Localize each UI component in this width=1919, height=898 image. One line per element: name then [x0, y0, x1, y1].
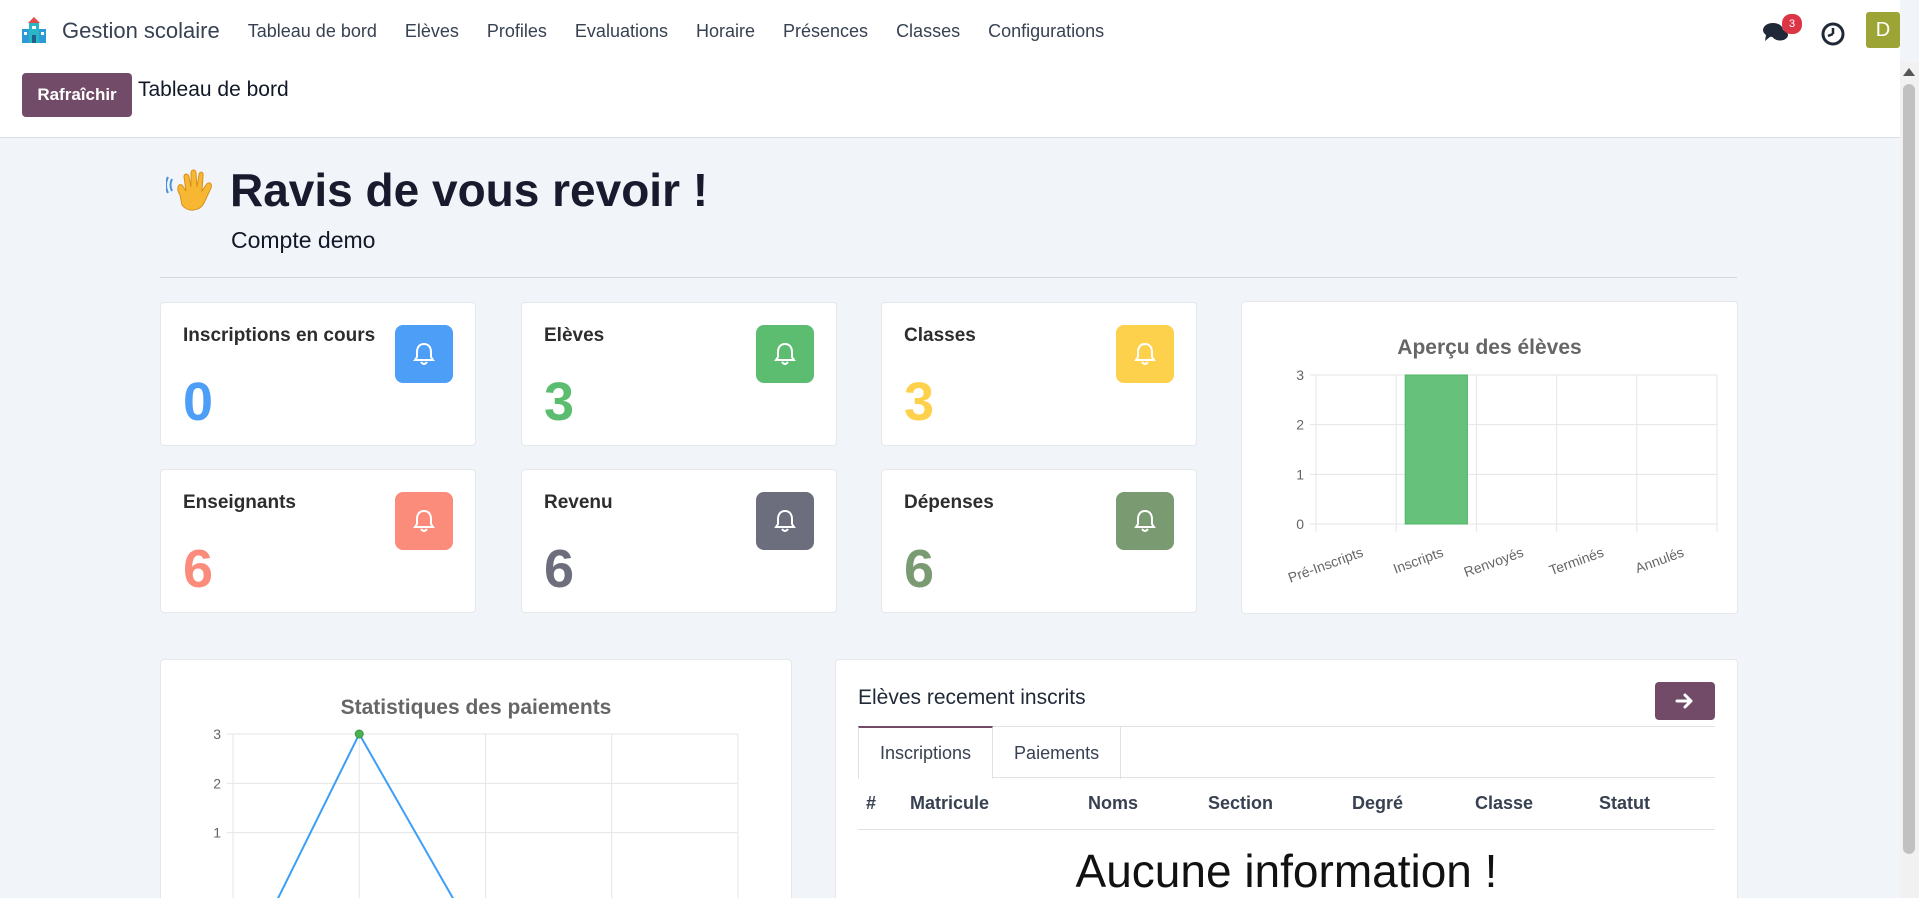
chat-count-badge: 3: [1782, 14, 1802, 34]
payments-line-chart: 1 2 3: [213, 726, 739, 898]
students-bar-chart: 0 1 2 3 Pré-Inscripts Inscripts Renvoyés Termin…: [1286, 367, 1718, 586]
nav-item-schedule[interactable]: Horaire: [696, 21, 755, 42]
systray: 3 D: [1762, 12, 1900, 48]
empty-state-message: Aucune information !: [1075, 845, 1498, 897]
x-tick-label: Inscripts: [1391, 544, 1445, 577]
stat-value: 6: [544, 539, 575, 599]
bell-icon: [395, 492, 453, 550]
stat-card-teachers[interactable]: Enseignants 6: [160, 469, 476, 613]
clock-icon: [1821, 22, 1845, 46]
brand[interactable]: Gestion scolaire: [20, 17, 220, 45]
nav-item-evaluations[interactable]: Evaluations: [575, 21, 668, 42]
column-header-names[interactable]: Noms: [1088, 793, 1138, 814]
page-scrollbar[interactable]: [1900, 62, 1919, 898]
scroll-up-arrow-icon[interactable]: [1903, 68, 1915, 76]
greeting-title: Ravis de vous revoir !: [230, 164, 709, 216]
stat-label: Enseignants: [183, 492, 296, 513]
tab-inscriptions[interactable]: Inscriptions: [858, 726, 994, 779]
x-tick-label: Pré-Inscripts: [1286, 544, 1365, 586]
column-header-status[interactable]: Statut: [1599, 793, 1650, 814]
messaging-menu[interactable]: 3: [1762, 14, 1802, 46]
nav-item-dashboard[interactable]: Tableau de bord: [248, 21, 377, 42]
x-tick-label: Renvoyés: [1462, 544, 1526, 580]
payments-stats-panel: Statistiques des paiements 123: [160, 659, 792, 898]
stat-card-enrollments[interactable]: Inscriptions en cours 0: [160, 302, 476, 446]
bell-icon: [1116, 492, 1174, 550]
x-tick-label: Terminés: [1547, 544, 1606, 578]
top-navbar: Gestion scolaire Tableau de bord Elèves …: [0, 0, 1900, 62]
tab-payments[interactable]: Paiements: [993, 727, 1122, 779]
nav-item-students[interactable]: Elèves: [405, 21, 459, 42]
stat-label: Revenu: [544, 492, 613, 513]
bar: [1404, 374, 1468, 525]
greeting-header: Ravis de vous revoir !: [166, 163, 708, 217]
activity-menu[interactable]: [1820, 16, 1848, 46]
y-tick-label: 2: [1296, 417, 1304, 433]
series-line: [277, 731, 454, 898]
stat-value: 6: [904, 539, 935, 599]
scroll-thumb[interactable]: [1903, 84, 1915, 854]
brand-name: Gestion scolaire: [62, 18, 220, 43]
recent-students-panel: Elèves recement inscrits Inscriptions Pa…: [835, 659, 1738, 898]
column-header-degree[interactable]: Degré: [1352, 793, 1403, 814]
students-overview-panel: Aperçu des élèves 0 1 2 3 Pré-Inscripts Inscr…: [1241, 301, 1738, 614]
column-header-number[interactable]: #: [866, 793, 876, 814]
account-name: Compte demo: [231, 227, 376, 253]
stat-label: Classes: [904, 325, 976, 346]
user-avatar[interactable]: D: [1866, 12, 1900, 48]
bell-icon: [395, 325, 453, 383]
refresh-button[interactable]: Rafraîchir: [22, 73, 132, 117]
stat-card-classes[interactable]: Classes 3: [881, 302, 1197, 446]
stat-value: 0: [183, 372, 214, 432]
nav-item-classes[interactable]: Classes: [896, 21, 960, 42]
data-point: [354, 729, 364, 739]
bell-icon: [756, 492, 814, 550]
stat-value: 3: [544, 372, 575, 432]
breadcrumb: Tableau de bord: [138, 78, 289, 101]
stat-value: 3: [904, 372, 935, 432]
stat-label: Inscriptions en cours: [183, 325, 376, 346]
waving-hand-icon: [166, 169, 212, 211]
y-tick-label: 1: [213, 825, 221, 841]
arrow-right-icon: [1675, 693, 1693, 709]
school-logo-icon: [22, 17, 46, 43]
bell-icon: [756, 325, 814, 383]
nav-item-configurations[interactable]: Configurations: [988, 21, 1104, 42]
column-header-matricule[interactable]: Matricule: [910, 793, 989, 814]
tab-bar: Inscriptions Paiements: [858, 726, 1715, 779]
stat-label: Elèves: [544, 325, 605, 346]
y-tick-label: 3: [1296, 367, 1304, 383]
column-header-section[interactable]: Section: [1208, 793, 1273, 814]
stat-card-expenses[interactable]: Dépenses 6: [881, 469, 1197, 613]
y-tick-label: 0: [1296, 516, 1304, 532]
stat-card-revenue[interactable]: Revenu 6: [521, 469, 837, 613]
stat-value: 6: [183, 539, 214, 599]
stat-label: Dépenses: [904, 492, 994, 513]
stat-card-students[interactable]: Elèves 3: [521, 302, 837, 446]
nav-item-attendance[interactable]: Présences: [783, 21, 868, 42]
x-tick-label: Annulés: [1633, 544, 1686, 576]
main-menu: Tableau de bord Elèves Profiles Evaluati…: [248, 21, 1132, 42]
column-header-class[interactable]: Classe: [1475, 793, 1533, 814]
y-tick-label: 3: [213, 726, 221, 742]
y-tick-label: 1: [1296, 466, 1304, 482]
control-panel: Rafraîchir Tableau de bord: [0, 62, 1900, 138]
y-tick-label: 2: [213, 775, 221, 791]
panel-title: Elèves recement inscrits: [858, 686, 1086, 709]
section-divider: [160, 277, 1737, 278]
view-all-button[interactable]: [1655, 682, 1715, 720]
table-header: # Matricule Noms Section Degré Classe St…: [858, 778, 1715, 830]
nav-item-profiles[interactable]: Profiles: [487, 21, 547, 42]
bell-icon: [1116, 325, 1174, 383]
